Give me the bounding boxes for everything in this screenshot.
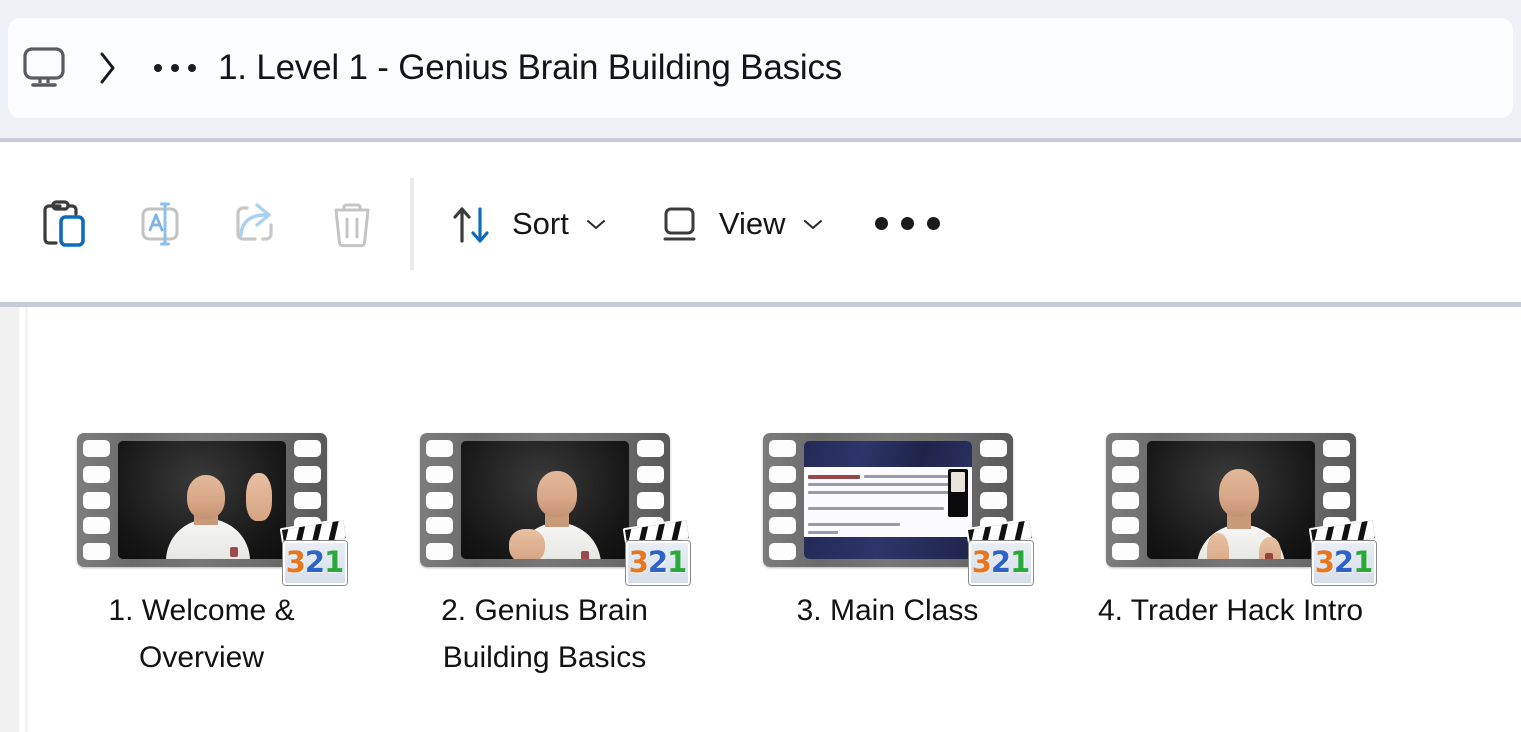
thumbnail-image xyxy=(1146,441,1315,559)
badge-digit-3: 3 xyxy=(971,544,992,579)
file-item[interactable]: 3 2 1 1. Welcome & Overview xyxy=(30,433,373,682)
file-thumbnail[interactable]: 3 2 1 xyxy=(419,433,691,585)
badge-digits: 3 2 1 xyxy=(282,541,347,585)
thumbnail-image xyxy=(117,441,286,559)
chevron-down-icon xyxy=(586,219,605,229)
badge-digit-1: 1 xyxy=(667,544,687,579)
toolbar-separator xyxy=(410,177,414,270)
rename-button[interactable] xyxy=(112,142,208,305)
share-button[interactable] xyxy=(208,142,304,305)
content-area: 3 2 1 1. Welcome & Overview 3 2 1 2. Gen… xyxy=(0,307,1521,732)
film-perforations-left xyxy=(425,440,453,560)
delete-button[interactable] xyxy=(304,142,400,305)
title-bar: 1. Level 1 - Genius Brain Building Basic… xyxy=(0,0,1521,138)
dot xyxy=(171,64,179,72)
share-icon xyxy=(236,202,273,241)
trash-icon xyxy=(334,203,370,247)
dot xyxy=(875,217,888,230)
thumbnail-image xyxy=(460,441,629,559)
badge-digit-1: 1 xyxy=(1010,544,1030,579)
badge-digit-2: 2 xyxy=(990,544,1011,579)
breadcrumb-current-folder[interactable]: 1. Level 1 - Genius Brain Building Basic… xyxy=(214,48,842,88)
file-item[interactable]: 3 2 1 2. Genius Brain Building Basics xyxy=(373,433,716,682)
dot xyxy=(154,64,162,72)
badge-digit-3: 3 xyxy=(285,544,306,579)
command-bar: Sort View xyxy=(0,142,1521,305)
mpc-321-icon: 3 2 1 xyxy=(965,517,1037,585)
breadcrumb-overflow-button[interactable] xyxy=(136,18,214,118)
badge-digit-1: 1 xyxy=(1353,544,1373,579)
file-thumbnail[interactable]: 3 2 1 xyxy=(1105,433,1377,585)
file-thumbnail[interactable]: 3 2 1 xyxy=(762,433,1034,585)
view-button[interactable]: View xyxy=(623,142,848,305)
badge-digit-2: 2 xyxy=(304,544,325,579)
dot xyxy=(901,217,914,230)
mpc-321-icon: 3 2 1 xyxy=(279,517,351,585)
pane-splitter[interactable] xyxy=(25,307,28,732)
file-item[interactable]: 3 2 1 4. Trader Hack Intro xyxy=(1059,433,1402,682)
mpc-321-icon: 3 2 1 xyxy=(1308,517,1380,585)
view-layout-icon xyxy=(663,207,696,240)
badge-digits: 3 2 1 xyxy=(625,541,690,585)
rename-icon xyxy=(141,202,179,245)
badge-digit-2: 2 xyxy=(647,544,668,579)
address-bar[interactable]: 1. Level 1 - Genius Brain Building Basic… xyxy=(8,18,1513,118)
film-perforations-left xyxy=(82,440,110,560)
file-item[interactable]: 3 2 1 3. Main Class xyxy=(716,433,1059,682)
badge-digits: 3 2 1 xyxy=(968,541,1033,585)
paste-button[interactable] xyxy=(16,142,112,305)
clipboard-paste-icon xyxy=(43,199,85,247)
badge-digit-3: 3 xyxy=(1314,544,1335,579)
file-name-label: 4. Trader Hack Intro xyxy=(1097,594,1364,627)
sort-button[interactable]: Sort xyxy=(432,142,623,305)
sort-label: Sort xyxy=(512,205,569,241)
see-more-button[interactable] xyxy=(848,142,968,305)
badge-digits: 3 2 1 xyxy=(1311,541,1376,585)
badge-digit-3: 3 xyxy=(628,544,649,579)
view-label: View xyxy=(718,205,786,241)
mpc-321-icon: 3 2 1 xyxy=(622,517,694,585)
file-list: 3 2 1 1. Welcome & Overview 3 2 1 2. Gen… xyxy=(30,307,1521,732)
thumbnail-image xyxy=(803,441,972,559)
breadcrumb-chevron-icon[interactable] xyxy=(80,18,136,118)
badge-digit-2: 2 xyxy=(1333,544,1354,579)
dot xyxy=(188,64,196,72)
file-name-label: 3. Main Class xyxy=(796,594,979,627)
file-name-label: 2. Genius Brain Building Basics xyxy=(441,594,648,675)
chevron-down-icon xyxy=(803,219,822,229)
navigation-pane-edge[interactable] xyxy=(0,307,19,732)
film-perforations-left xyxy=(768,440,796,560)
film-perforations-left xyxy=(1111,440,1139,560)
file-name-label: 1. Welcome & Overview xyxy=(108,594,295,675)
sort-arrows-icon xyxy=(453,206,489,243)
badge-digit-1: 1 xyxy=(324,544,344,579)
monitor-icon[interactable] xyxy=(8,18,80,118)
dot xyxy=(927,217,940,230)
file-thumbnail[interactable]: 3 2 1 xyxy=(76,433,348,585)
